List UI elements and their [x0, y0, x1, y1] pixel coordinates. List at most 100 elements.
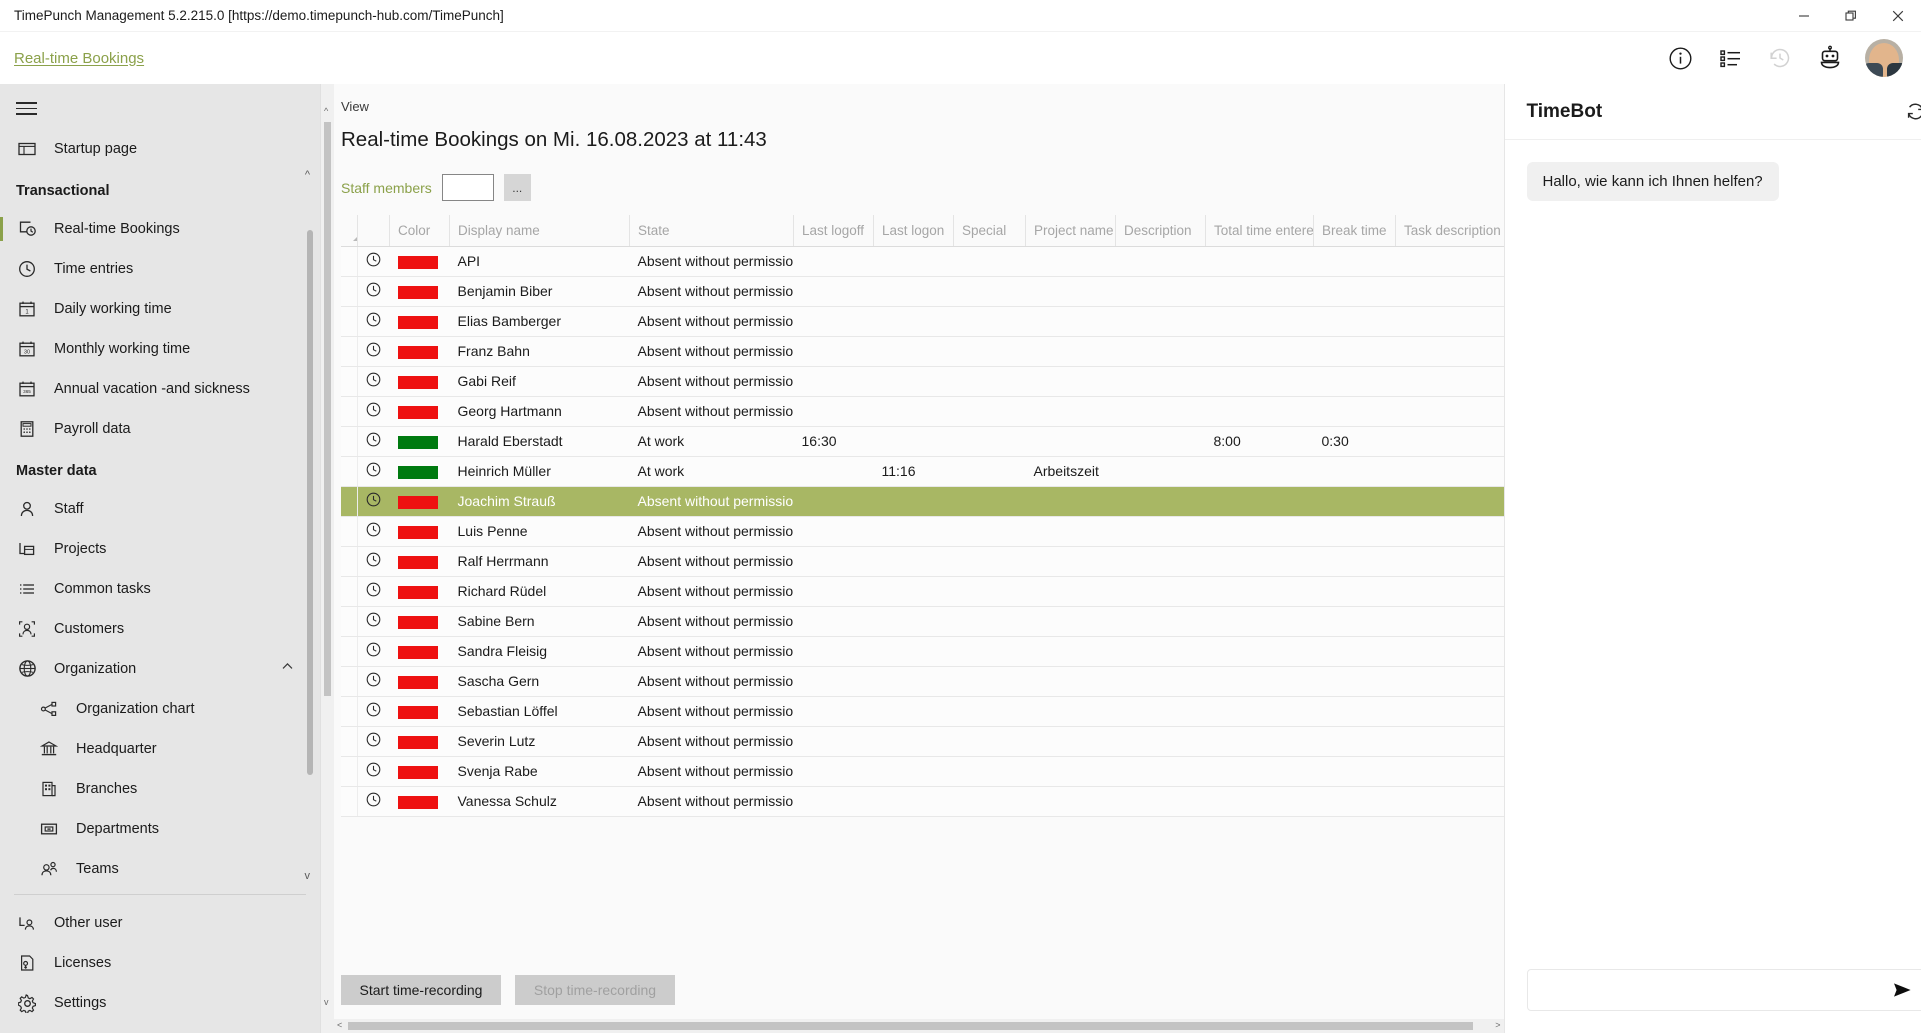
grid-column-header-state[interactable]: State	[629, 215, 794, 247]
send-icon[interactable]	[1891, 979, 1913, 1001]
scroll-right-icon[interactable]: >	[1495, 1020, 1500, 1030]
row-clock-icon[interactable]	[357, 366, 390, 397]
row-clock-icon[interactable]	[357, 396, 390, 427]
table-row[interactable]: Richard Rüdel Absent without permission	[341, 576, 1504, 607]
table-row[interactable]: Georg Hartmann Absent without permission	[341, 396, 1504, 427]
grid-column-header-description[interactable]: Description	[1115, 215, 1206, 247]
table-row[interactable]: Luis Penne Absent without permission	[341, 516, 1504, 547]
sidebar-item-monthly-working-time[interactable]: 30 Monthly working time	[0, 329, 320, 369]
chevron-up-icon[interactable]	[281, 660, 294, 677]
sidebar-item-organization-chart[interactable]: Organization chart	[0, 689, 320, 729]
row-clock-icon[interactable]	[357, 636, 390, 667]
info-icon[interactable]	[1665, 43, 1695, 73]
main-horizontal-scrollbar[interactable]: < >	[334, 1019, 1504, 1033]
sidebar-item-organization[interactable]: Organization	[0, 649, 320, 689]
row-select-cell[interactable]	[341, 516, 358, 547]
sidebar-item-payroll-data[interactable]: Payroll data	[0, 409, 320, 449]
row-clock-icon[interactable]	[357, 546, 390, 577]
breadcrumb[interactable]: Real-time Bookings	[0, 50, 144, 67]
sidebar-item-branches[interactable]: Branches	[0, 769, 320, 809]
row-clock-icon[interactable]	[357, 606, 390, 637]
row-clock-icon[interactable]	[357, 756, 390, 787]
sidebar-item-departments[interactable]: Departments	[0, 809, 320, 849]
row-clock-icon[interactable]	[357, 696, 390, 727]
scroll-up-icon[interactable]: ^	[305, 169, 310, 181]
grid-icon-column-header[interactable]	[357, 215, 390, 247]
table-row[interactable]: Gabi Reif Absent without permission	[341, 366, 1504, 397]
row-select-cell[interactable]	[341, 666, 358, 697]
history-icon[interactable]	[1765, 43, 1795, 73]
main-scrollbar-thumb[interactable]	[324, 122, 331, 696]
table-row[interactable]: Ralf Herrmann Absent without permission	[341, 546, 1504, 577]
row-select-cell[interactable]	[341, 636, 358, 667]
row-clock-icon[interactable]	[357, 426, 390, 457]
sidebar-item-staff[interactable]: Staff	[0, 489, 320, 529]
row-clock-icon[interactable]	[357, 456, 390, 487]
table-row[interactable]: Harald Eberstadt At work 16:30 8:00 0:30	[341, 426, 1504, 457]
avatar[interactable]	[1865, 39, 1903, 77]
row-select-cell[interactable]	[341, 456, 358, 487]
scroll-down-icon[interactable]: v	[324, 997, 329, 1007]
grid-column-header-task-description[interactable]: Task description	[1395, 215, 1504, 247]
sidebar-item-other-user[interactable]: Other user	[0, 903, 320, 943]
row-clock-icon[interactable]	[357, 246, 390, 277]
staff-members-input[interactable]	[441, 174, 494, 201]
row-select-cell[interactable]	[341, 396, 358, 427]
table-row[interactable]: API Absent without permission	[341, 246, 1504, 277]
table-row[interactable]: Sandra Fleisig Absent without permission	[341, 636, 1504, 667]
close-button[interactable]	[1874, 0, 1921, 32]
table-row[interactable]: Severin Lutz Absent without permission	[341, 726, 1504, 757]
row-select-cell[interactable]	[341, 306, 358, 337]
sidebar-scrollbar[interactable]: ^ v	[305, 169, 314, 886]
row-clock-icon[interactable]	[357, 516, 390, 547]
start-time-recording-button[interactable]: Start time-recording	[341, 975, 501, 1005]
table-row[interactable]: Vanessa Schulz Absent without permission	[341, 786, 1504, 817]
row-select-cell[interactable]	[341, 336, 358, 367]
table-row[interactable]: Sascha Gern Absent without permission	[341, 666, 1504, 697]
list-icon[interactable]	[1715, 43, 1745, 73]
row-select-cell[interactable]	[341, 756, 358, 787]
sidebar-item-startup-page[interactable]: Startup page	[0, 129, 320, 169]
grid-column-header-special[interactable]: Special	[953, 215, 1026, 247]
grid-column-header-last-logon[interactable]: Last logon	[873, 215, 954, 247]
grid-column-header-display-name[interactable]: Display name	[449, 215, 630, 247]
timebot-input-box[interactable]	[1526, 969, 1921, 1011]
sidebar-scrollbar-thumb[interactable]	[307, 229, 313, 775]
grid-column-header-project-name[interactable]: Project name	[1025, 215, 1116, 247]
grid-select-column-header[interactable]	[341, 215, 358, 247]
table-row[interactable]: Sebastian Löffel Absent without permissio…	[341, 696, 1504, 727]
table-row[interactable]: Joachim Strauß Absent without permission	[341, 486, 1504, 517]
table-row[interactable]: Benjamin Biber Absent without permission	[341, 276, 1504, 307]
maximize-restore-button[interactable]	[1827, 0, 1874, 32]
row-select-cell[interactable]	[341, 486, 358, 517]
sidebar-item-customers[interactable]: Customers	[0, 609, 320, 649]
sidebar-item-daily-working-time[interactable]: 1 Daily working time	[0, 289, 320, 329]
grid-column-header-total-time-entered[interactable]: Total time entered	[1205, 215, 1314, 247]
row-clock-icon[interactable]	[357, 336, 390, 367]
scroll-up-icon[interactable]: ^	[324, 106, 328, 116]
table-row[interactable]: Elias Bamberger Absent without permission	[341, 306, 1504, 337]
row-select-cell[interactable]	[341, 246, 358, 277]
table-row[interactable]: Heinrich Müller At work 11:16 Arbeitszeit	[341, 456, 1504, 487]
sidebar-item-settings[interactable]: Settings	[0, 983, 320, 1023]
minimize-button[interactable]	[1780, 0, 1827, 32]
sidebar-item-common-tasks[interactable]: Common tasks	[0, 569, 320, 609]
staff-members-more-button[interactable]: ...	[503, 174, 531, 201]
row-select-cell[interactable]	[341, 276, 358, 307]
row-select-cell[interactable]	[341, 366, 358, 397]
grid-column-header-last-logoff[interactable]: Last logoff	[793, 215, 874, 247]
row-clock-icon[interactable]	[357, 486, 390, 517]
horizontal-scrollbar-thumb[interactable]	[348, 1022, 1473, 1030]
row-clock-icon[interactable]	[357, 786, 390, 817]
sidebar-item-licenses[interactable]: Licenses	[0, 943, 320, 983]
row-select-cell[interactable]	[341, 696, 358, 727]
scroll-down-icon[interactable]: v	[305, 870, 311, 882]
table-row[interactable]: Svenja Rabe Absent without permission	[341, 756, 1504, 787]
grid-column-header-break-time[interactable]: Break time	[1313, 215, 1396, 247]
refresh-icon[interactable]	[1905, 101, 1921, 122]
row-clock-icon[interactable]	[357, 276, 390, 307]
bot-icon[interactable]	[1815, 43, 1845, 73]
row-select-cell[interactable]	[341, 606, 358, 637]
menu-toggle-button[interactable]	[0, 84, 44, 129]
grid-column-header-color[interactable]: Color	[389, 215, 450, 247]
